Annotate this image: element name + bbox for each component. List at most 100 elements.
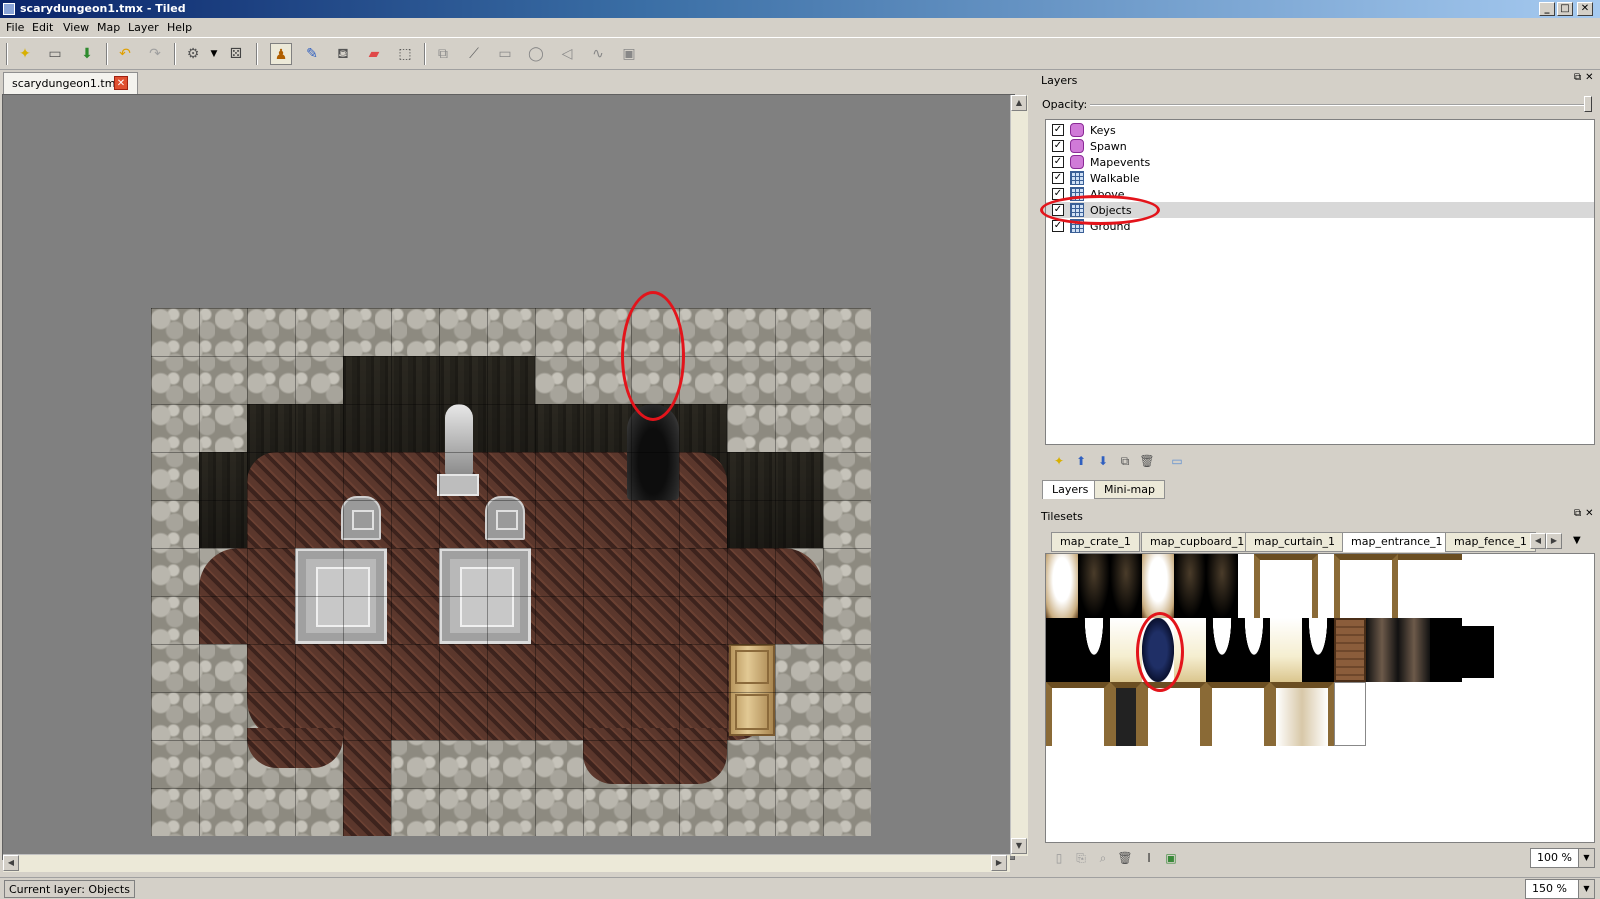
tile[interactable] xyxy=(1398,618,1430,682)
tile[interactable] xyxy=(1238,618,1270,682)
raise-layer-icon[interactable]: ⬆ xyxy=(1072,452,1090,470)
tile[interactable] xyxy=(1270,618,1302,682)
scroll-down-icon[interactable]: ▼ xyxy=(1011,838,1027,854)
tile[interactable] xyxy=(1334,618,1366,682)
chevron-down-icon[interactable]: ▼ xyxy=(1578,849,1594,867)
tile[interactable] xyxy=(1302,618,1334,682)
menu-layer[interactable]: Layer xyxy=(128,21,159,34)
insert-ellipse-icon[interactable]: ◯ xyxy=(525,43,547,65)
layer-properties-icon[interactable]: ▭ xyxy=(1168,452,1186,470)
maximize-button[interactable]: □ xyxy=(1557,2,1573,16)
tile[interactable] xyxy=(1046,618,1078,682)
tab-map-fence-1[interactable]: map_fence_1 xyxy=(1445,532,1536,552)
tab-map-crate-1[interactable]: map_crate_1 xyxy=(1051,532,1140,552)
map-canvas[interactable] xyxy=(2,94,1015,860)
layer-row-walkable[interactable]: ✓ Walkable xyxy=(1046,170,1594,186)
tile[interactable] xyxy=(1334,554,1398,618)
horizontal-scrollbar[interactable]: ◀ ▶ xyxy=(3,854,1010,872)
scroll-right-icon[interactable]: ▶ xyxy=(991,855,1007,871)
visibility-checkbox[interactable]: ✓ xyxy=(1052,124,1064,136)
tile[interactable] xyxy=(1254,554,1318,618)
minimize-button[interactable]: _ xyxy=(1539,2,1555,16)
stamp-brush-icon[interactable]: ♟ xyxy=(270,43,292,65)
tab-scarydungeon1[interactable]: scarydungeon1.tmx ✕ xyxy=(3,72,138,94)
tile[interactable] xyxy=(1078,618,1110,682)
tile[interactable] xyxy=(1206,682,1270,746)
layer-row-keys[interactable]: ✓ Keys xyxy=(1046,122,1594,138)
insert-tile-icon[interactable]: ▣ xyxy=(618,43,640,65)
redo-icon[interactable]: ↷ xyxy=(144,43,166,65)
dock-float-close-icon[interactable]: ⧉✕ xyxy=(1574,72,1598,83)
random-icon[interactable]: ⚄ xyxy=(225,43,247,65)
new-tileset-icon[interactable]: ▯ xyxy=(1050,849,1068,867)
eraser-icon[interactable]: ▰ xyxy=(363,43,385,65)
tile[interactable] xyxy=(1046,682,1110,746)
menu-view[interactable]: View xyxy=(63,21,89,34)
edit-polygons-icon[interactable]: ⟋ xyxy=(463,43,485,65)
layers-list[interactable]: ✓ Keys ✓ Spawn ✓ Mapevents ✓ Walkable ✓ … xyxy=(1045,119,1595,445)
new-icon[interactable]: ✦ xyxy=(14,43,36,65)
select-objects-icon[interactable]: ⧉ xyxy=(432,43,454,65)
lower-layer-icon[interactable]: ⬇ xyxy=(1094,452,1112,470)
tile[interactable] xyxy=(1398,554,1462,560)
visibility-checkbox[interactable]: ✓ xyxy=(1052,156,1064,168)
menu-file[interactable]: File xyxy=(6,21,24,34)
tile[interactable] xyxy=(1078,554,1110,618)
insert-rectangle-icon[interactable]: ▭ xyxy=(494,43,516,65)
tab-mini-map[interactable]: Mini-map xyxy=(1094,480,1165,499)
tile[interactable] xyxy=(1334,682,1366,746)
scroll-up-icon[interactable]: ▲ xyxy=(1011,95,1027,111)
visibility-checkbox[interactable]: ✓ xyxy=(1052,140,1064,152)
layer-row-mapevents[interactable]: ✓ Mapevents xyxy=(1046,154,1594,170)
bucket-fill-icon[interactable]: ⛾ xyxy=(332,43,354,65)
tile[interactable] xyxy=(1046,554,1078,618)
rectangle-select-icon[interactable]: ⬚ xyxy=(394,43,416,65)
tile[interactable] xyxy=(1142,682,1206,746)
menu-map[interactable]: Map xyxy=(97,21,120,34)
tile[interactable] xyxy=(1430,618,1462,682)
open-icon[interactable]: ▭ xyxy=(44,43,66,65)
layer-row-spawn[interactable]: ✓ Spawn xyxy=(1046,138,1594,154)
tile[interactable] xyxy=(1174,554,1206,618)
tabs-scroll-right-icon[interactable]: ▶ xyxy=(1546,533,1562,549)
scroll-left-icon[interactable]: ◀ xyxy=(3,855,19,871)
tile[interactable] xyxy=(1206,554,1238,618)
opacity-slider-track[interactable] xyxy=(1090,104,1588,106)
import-tileset-icon[interactable]: ⎘ xyxy=(1072,849,1090,867)
tileset-view[interactable] xyxy=(1045,553,1595,843)
edit-tileset-icon[interactable]: ⌕ xyxy=(1094,849,1112,867)
opacity-slider-thumb[interactable] xyxy=(1584,96,1592,112)
tab-map-entrance-1[interactable]: map_entrance_1 xyxy=(1342,532,1452,552)
vertical-scrollbar[interactable]: ▲ ▼ xyxy=(1010,95,1028,856)
insert-polyline-icon[interactable]: ∿ xyxy=(587,43,609,65)
chevron-down-icon[interactable]: ▼ xyxy=(1578,880,1594,898)
tabs-menu-icon[interactable]: ▼ xyxy=(1573,535,1581,546)
tab-map-cupboard-1[interactable]: map_cupboard_1 xyxy=(1141,532,1254,552)
remove-tileset-icon[interactable]: 🗑 xyxy=(1116,849,1134,867)
command-dropdown-icon[interactable]: ▼ xyxy=(203,43,225,65)
tile[interactable] xyxy=(1366,618,1398,682)
tile[interactable] xyxy=(1142,554,1174,618)
remove-layer-icon[interactable]: 🗑 xyxy=(1138,452,1156,470)
tile[interactable] xyxy=(1110,554,1142,618)
tile[interactable] xyxy=(1270,682,1334,746)
tile[interactable] xyxy=(1462,626,1494,678)
terrain-brush-icon[interactable]: ✎ xyxy=(301,43,323,65)
dock-float-close-icon[interactable]: ⧉✕ xyxy=(1574,508,1598,519)
undo-icon[interactable]: ↶ xyxy=(114,43,136,65)
command-icon[interactable]: ⚙ xyxy=(182,43,204,65)
tileset-image-icon[interactable]: ▣ xyxy=(1162,849,1180,867)
tileset-properties-icon[interactable]: Ⅰ xyxy=(1140,849,1158,867)
menu-edit[interactable]: Edit xyxy=(32,21,53,34)
tile[interactable] xyxy=(1206,618,1238,682)
tab-close-icon[interactable]: ✕ xyxy=(114,76,128,90)
tileset-zoom-select[interactable]: 100 % ▼ xyxy=(1530,848,1595,868)
insert-polygon-icon[interactable]: ◁ xyxy=(556,43,578,65)
menu-help[interactable]: Help xyxy=(167,21,192,34)
tab-map-curtain-1[interactable]: map_curtain_1 xyxy=(1245,532,1345,552)
tabs-scroll-left-icon[interactable]: ◀ xyxy=(1530,533,1546,549)
save-icon[interactable]: ⬇ xyxy=(76,43,98,65)
add-layer-icon[interactable]: ✦ xyxy=(1050,452,1068,470)
duplicate-layer-icon[interactable]: ⧉ xyxy=(1116,452,1134,470)
visibility-checkbox[interactable]: ✓ xyxy=(1052,172,1064,184)
